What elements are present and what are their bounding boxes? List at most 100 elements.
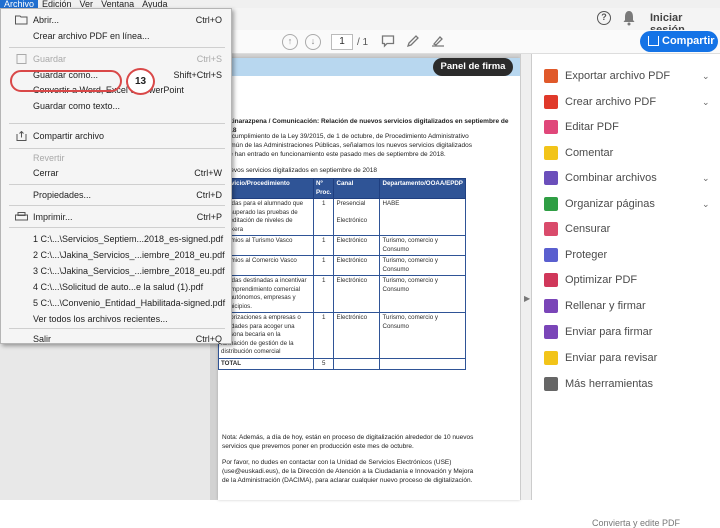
table-header: Nº Proc. [312,178,335,199]
menu-help[interactable]: Ayuda [138,0,171,8]
menu-item-open[interactable]: Abrir... Ctrl+O [1,12,231,28]
menu-item-close[interactable]: Cerrar Ctrl+W [1,165,231,181]
menu-file[interactable]: Archivo [0,0,39,8]
tool-label: Enviar para firmar [565,326,653,338]
tool-item[interactable]: Editar PDF [544,119,714,135]
table-row: Premios al Turismo Vasco 1 Electrónico Turi… [218,235,466,256]
menu-item-share-file[interactable]: Compartir archivo [1,128,231,144]
panel-divider[interactable]: ▶ [520,54,532,500]
optimize-icon [544,273,558,287]
share-file-icon [16,131,27,141]
share-icon [648,36,659,46]
menu-item-save[interactable]: Guardar Ctrl+S [1,51,231,67]
menu-edit[interactable]: Edición [38,0,76,8]
step-number-badge: 13 [126,68,155,95]
total-label: TOTAL [218,357,314,370]
comment-icon[interactable] [380,34,396,50]
menu-item-print[interactable]: Imprimir... Ctrl+P [1,209,231,225]
bell-icon[interactable] [622,10,636,26]
document-page: Jakinarazpena / Comunicación: Relación d… [218,58,520,500]
table-cell: Turismo, comercio y Consumo [379,235,466,256]
tool-item[interactable]: Exportar archivo PDF ⌄ [544,68,714,84]
chevron-down-icon[interactable]: ⌄ [702,94,710,110]
menu-separator [9,205,225,206]
chevron-down-icon[interactable]: ⌄ [702,170,710,186]
pen-icon[interactable] [405,34,421,50]
menu-separator [9,227,225,228]
menu-item-exit[interactable]: Salir Ctrl+Q [1,331,231,347]
table-header: Servicio/Procedimiento [218,178,314,199]
chevron-down-icon[interactable]: ⌄ [702,68,710,84]
file-menu: Abrir... Ctrl+O Crear archivo PDF en lín… [0,8,232,344]
table-total-row: TOTAL 5 [218,357,466,370]
tool-item[interactable]: Organizar páginas ⌄ [544,196,714,212]
tool-label: Proteger [565,249,608,261]
table-header: Departamento/OOAA/EPDP [379,178,466,199]
menu-item-recent-file[interactable]: 1 C:\...\Servicios_Septiem...2018_es-sig… [1,231,231,247]
tool-label: Censurar [565,223,611,235]
menu-item-recent-file[interactable]: 3 C:\...\Jakina_Servicios_...iembre_2018… [1,263,231,279]
page-total: / 1 [357,37,369,48]
tool-item[interactable]: Optimizar PDF [544,272,714,288]
tool-item[interactable]: Enviar para firmar [544,324,714,340]
table-row: Autorizaciones a empresas o entidades par… [218,312,466,359]
table-cell: Electrónico [333,312,381,359]
menu-item-recent-file[interactable]: 2 C:\...\Jakina_Servicios_...iembre_2018… [1,247,231,263]
menu-item-revert[interactable]: Revertir [1,150,231,166]
tool-label: Exportar archivo PDF [565,70,671,82]
table-cell: 1 [312,312,335,359]
tool-item[interactable]: Más herramientas [544,376,714,392]
menu-view[interactable]: Ver [76,0,98,8]
protect-icon [544,248,558,262]
chevron-down-icon[interactable]: ⌄ [702,196,710,212]
contact-line: (use@euskadi.eus), de la Dirección de At… [222,468,474,475]
collapse-arrow-icon[interactable]: ▶ [524,294,530,303]
signature-panel-button[interactable]: Panel de firma [433,58,513,76]
share-button[interactable]: Compartir [640,31,718,52]
table-header: Canal [333,178,381,199]
table-cell: 1 [312,235,335,256]
tool-label: Combinar archivos [565,172,657,184]
tool-label: Optimizar PDF [565,274,638,286]
table-cell: 1 [312,198,335,236]
tool-item[interactable]: Rellenar y firmar [544,298,714,314]
export-pdf-icon [544,69,558,83]
menu-item-recent-file[interactable]: 5 C:\...\Convenio_Entidad_Habilitada-sig… [1,295,231,311]
tool-label: Comentar [565,147,614,159]
menu-separator [9,148,225,149]
menu-window[interactable]: Ventana [97,0,138,8]
tools-panel: Exportar archivo PDF ⌄ Crear archivo PDF ⌄ E… [532,54,720,528]
table-caption: Nuevos servicios digitalizados en septie… [222,167,378,174]
highlight-annotation [10,70,122,92]
table-cell: HABE [379,198,466,236]
folder-open-icon [15,15,28,25]
tool-item[interactable]: Censurar [544,221,714,237]
table-cell: Ayudas para el alumnado que ha superado l… [218,198,314,236]
menu-item-recent-file[interactable]: 4 C:\...\Solicitud de auto...e la salud … [1,279,231,295]
comment-icon [544,146,558,160]
menu-item-save-as-text[interactable]: Guardar como texto... [1,98,231,114]
menu-item-properties[interactable]: Propiedades... Ctrl+D [1,187,231,203]
tool-item[interactable]: Comentar [544,145,714,161]
total-value: 5 [312,357,335,370]
send-review-icon [544,351,558,365]
menu-separator [9,123,225,124]
menu-item-view-all-recent[interactable]: Ver todos los archivos recientes... [1,311,231,327]
menu-bar: Archivo Edición Ver Ventana Ayuda [0,0,720,8]
table-cell: Electrónico [333,275,381,313]
sign-icon[interactable] [430,34,446,50]
tool-item[interactable]: Enviar para revisar [544,350,714,366]
page-up-icon[interactable]: ↑ [282,34,298,50]
tool-item[interactable]: Combinar archivos ⌄ [544,170,714,186]
page-number-input[interactable]: 1 [331,34,353,50]
help-icon[interactable]: ? [597,11,611,25]
send-sign-icon [544,325,558,339]
printer-icon [15,212,28,221]
menu-item-create-pdf-online[interactable]: Crear archivo PDF en línea... [1,28,231,44]
table-cell: 1 [312,255,335,276]
table-cell: Turismo, comercio y Consumo [379,255,466,276]
tool-item[interactable]: Crear archivo PDF ⌄ [544,94,714,110]
table-cell: Ayudas destinadas a incentivar el emprend… [218,275,314,313]
page-down-icon[interactable]: ↓ [305,34,321,50]
tool-item[interactable]: Proteger [544,247,714,263]
